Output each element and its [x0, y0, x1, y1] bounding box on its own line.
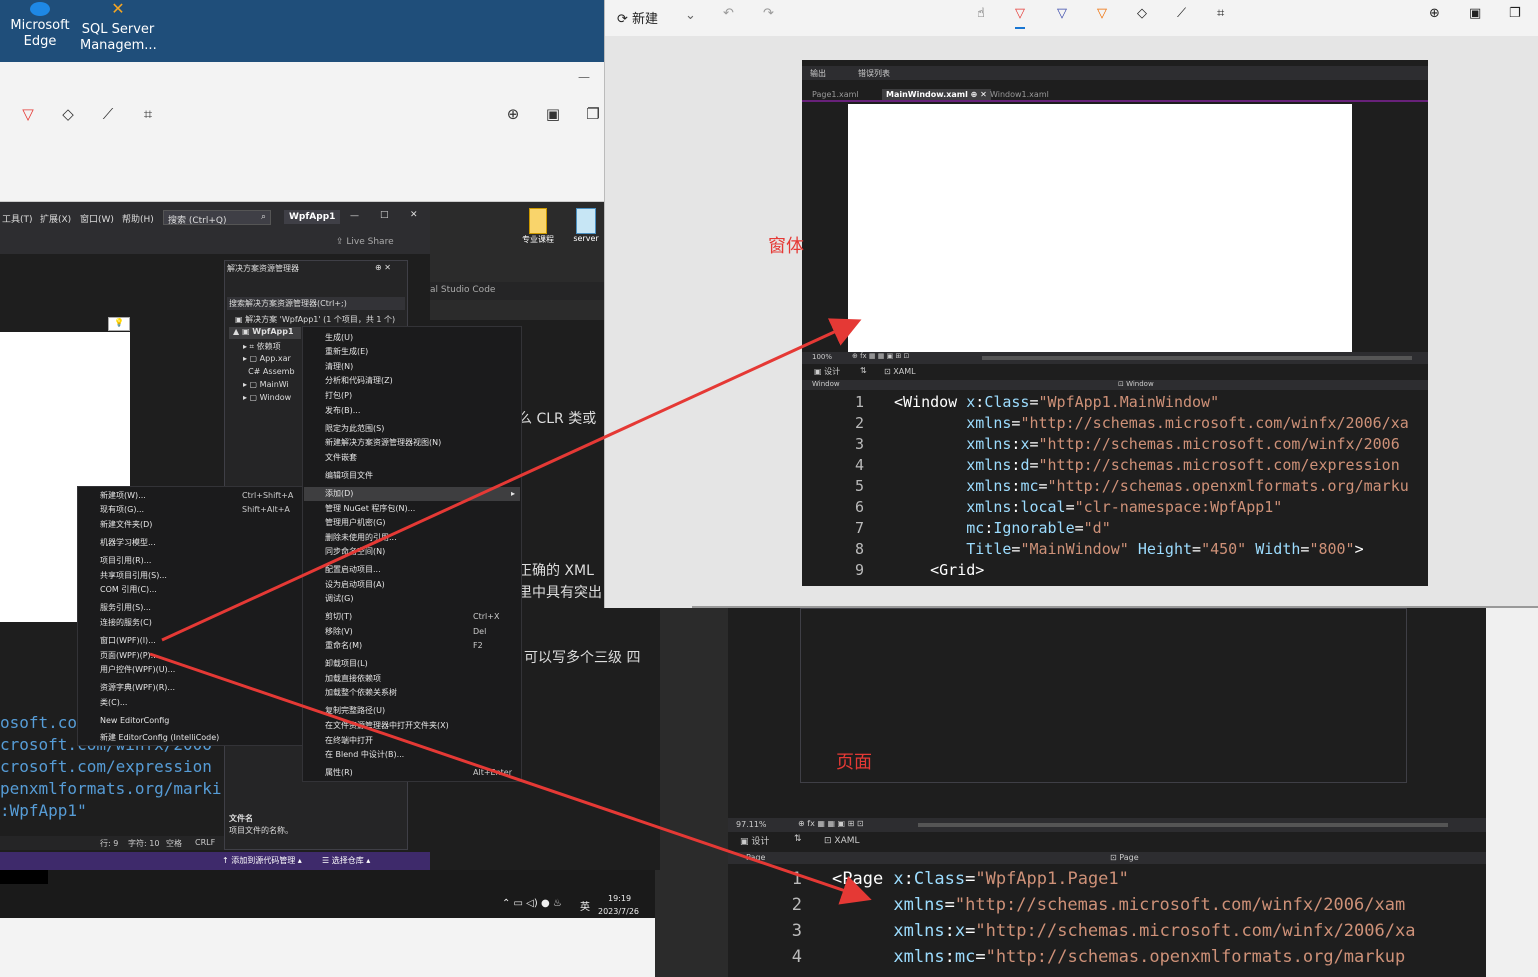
- annotation-arrows: [149, 318, 872, 905]
- arrow-page: [149, 652, 872, 905]
- arrow-window: [161, 318, 862, 642]
